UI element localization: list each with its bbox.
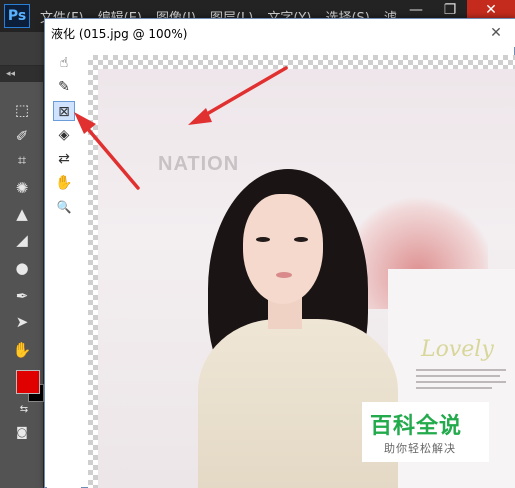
path-select-icon[interactable]: ➤ — [10, 312, 34, 332]
pen-tool-icon[interactable]: ✒ — [10, 286, 34, 306]
push-left-icon[interactable]: ⇄ — [53, 149, 75, 169]
lips — [276, 272, 292, 278]
background-sign-text: NATION — [158, 153, 240, 175]
foreground-color-swatch[interactable] — [16, 370, 40, 394]
lovely-script-text: Lovely — [421, 337, 494, 362]
right-eye — [294, 237, 308, 242]
blur-tool-icon[interactable]: ● — [10, 258, 34, 278]
forward-warp-icon[interactable]: ☝ — [53, 53, 75, 73]
fine-print-line — [416, 369, 506, 371]
tools-panel: ⬚ ✐ ⌗ ✺ ▲ ◢ ● ✒ ➤ ✋ ⇆ ◙ — [0, 82, 44, 488]
reconstruct-icon[interactable]: ✎ — [53, 77, 75, 97]
pucker-icon[interactable]: ⊠ — [53, 101, 75, 121]
watermark-subtitle: 助你轻松解决 — [384, 442, 456, 455]
fine-print-line — [416, 381, 506, 383]
healing-brush-icon[interactable]: ✺ — [10, 178, 34, 198]
quick-mask-icon[interactable]: ◙ — [10, 422, 34, 442]
stamp-tool-icon[interactable]: ▲ — [10, 204, 34, 224]
eraser-tool-icon[interactable]: ◢ — [10, 230, 34, 250]
screenshot: Ps 文件(F) 编辑(E) 图像(I) 图层(L) 文字(Y) 选择(S) 滤… — [0, 0, 515, 488]
liquify-titlebar: 液化 (015.jpg @ 100%) ✕ — [45, 19, 515, 47]
watermark-title: 百科全说 — [370, 414, 463, 439]
watermark: 百科全说 助你轻松解决 — [362, 402, 489, 462]
zoom-icon[interactable]: 🔍 — [53, 197, 75, 217]
liquify-title: 液化 (015.jpg @ 100%) — [51, 27, 188, 41]
face-shape — [243, 194, 323, 304]
liquify-toolbar: ☝ ✎ ⊠ ◈ ⇄ ✋ 🔍 — [47, 53, 81, 488]
hand-icon[interactable]: ✋ — [53, 173, 75, 193]
marquee-tool-icon[interactable]: ⬚ — [10, 100, 34, 120]
left-eye — [256, 237, 270, 242]
liquify-close-button[interactable]: ✕ — [485, 23, 507, 43]
fine-print-line — [416, 387, 492, 389]
lasso-tool-icon[interactable]: ✐ — [10, 126, 34, 146]
swap-colors-icon[interactable]: ⇆ — [12, 400, 36, 420]
fine-print-line — [416, 375, 500, 377]
bloat-icon[interactable]: ◈ — [53, 125, 75, 145]
photoshop-logo: Ps — [4, 4, 30, 28]
hand-tool-icon[interactable]: ✋ — [10, 340, 34, 360]
toolbar-collapse-handle[interactable]: ◂◂ — [0, 66, 44, 82]
crop-tool-icon[interactable]: ⌗ — [10, 150, 34, 170]
